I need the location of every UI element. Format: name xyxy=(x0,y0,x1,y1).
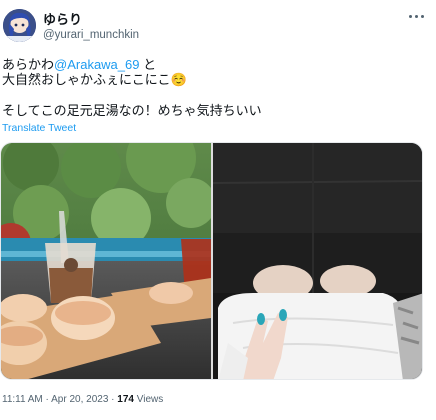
photo-cafe[interactable] xyxy=(1,143,216,379)
tweet-text: あらかわ@Arakawa_69 と 大自然おしゃかふぇにこにこ☺️ xyxy=(2,57,187,87)
meta-separator: · xyxy=(42,394,52,405)
tweet-time[interactable]: 11:11 AM xyxy=(2,394,43,405)
user-handle[interactable]: @yurari_munchkin xyxy=(43,28,139,42)
tweet-text-line3: そしてこの足元足湯なの！めちゃ気持ちいい xyxy=(2,103,262,118)
avatar[interactable] xyxy=(3,9,36,42)
tweet-meta: 11:11 AM · Apr 20, 2023 · 174 Views xyxy=(2,393,163,406)
photo-footbath[interactable] xyxy=(212,143,422,379)
tweet-date[interactable]: Apr 20, 2023 xyxy=(51,394,108,405)
views-count[interactable]: 174 xyxy=(117,394,134,405)
display-name[interactable]: ゆらり xyxy=(43,12,82,27)
tweet-card: ゆらり @yurari_munchkin あらかわ@Arakawa_69 と 大… xyxy=(0,0,436,420)
meta-separator: · xyxy=(108,394,118,405)
tweet-text-prefix: あらかわ xyxy=(2,57,55,72)
views-label: Views xyxy=(133,394,164,405)
mention-link[interactable]: @Arakawa_69 xyxy=(54,57,139,72)
more-horizontal-icon[interactable] xyxy=(408,10,426,24)
tweet-text-suffix: と xyxy=(139,57,157,72)
translate-tweet-link[interactable]: Translate Tweet xyxy=(2,122,76,135)
media-grid xyxy=(0,142,423,380)
tweet-text-line2: 大自然おしゃかふぇにこにこ☺️ xyxy=(2,72,187,87)
